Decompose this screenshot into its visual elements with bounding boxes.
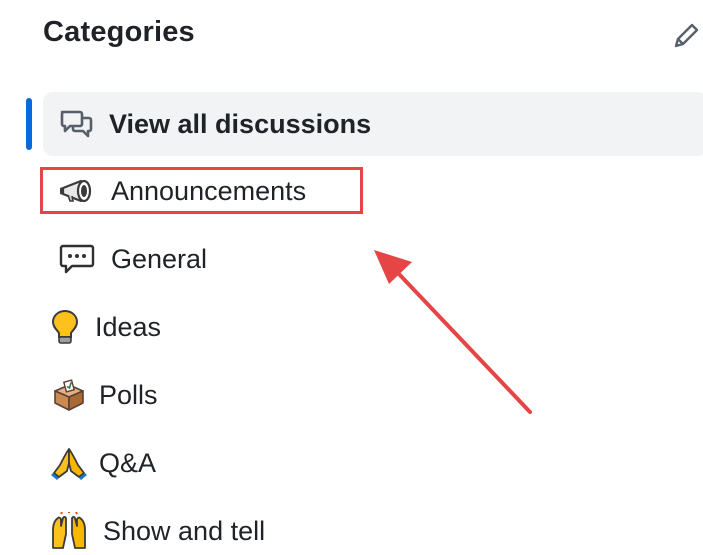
annotation-highlight-box	[40, 167, 363, 214]
categories-heading: Categories	[43, 16, 195, 48]
active-indicator	[26, 98, 32, 150]
category-item-polls[interactable]: Polls	[43, 364, 158, 426]
categories-panel: Categories View all discussions Announce…	[0, 0, 703, 555]
category-item-q-and-a[interactable]: Q&A	[43, 432, 156, 494]
category-label: Q&A	[99, 447, 157, 478]
lightbulb-icon	[45, 307, 85, 347]
folded-hands-icon	[49, 443, 89, 483]
category-item-ideas[interactable]: Ideas	[43, 296, 161, 358]
category-label: Polls	[99, 379, 158, 410]
category-item-view-all-discussions[interactable]: View all discussions	[43, 92, 703, 156]
speech-balloon-icon	[57, 239, 97, 279]
discussions-icon	[57, 104, 97, 144]
raised-hands-icon	[49, 511, 89, 551]
category-label: View all discussions	[109, 108, 372, 139]
pencil-icon	[674, 23, 699, 48]
category-label: Ideas	[95, 311, 162, 342]
category-label: General	[111, 243, 208, 274]
ballot-box-icon	[49, 375, 89, 415]
category-item-show-and-tell[interactable]: Show and tell	[43, 500, 265, 555]
category-item-general[interactable]: General	[43, 228, 207, 290]
category-label: Show and tell	[103, 515, 266, 546]
edit-categories-button[interactable]	[668, 18, 703, 54]
